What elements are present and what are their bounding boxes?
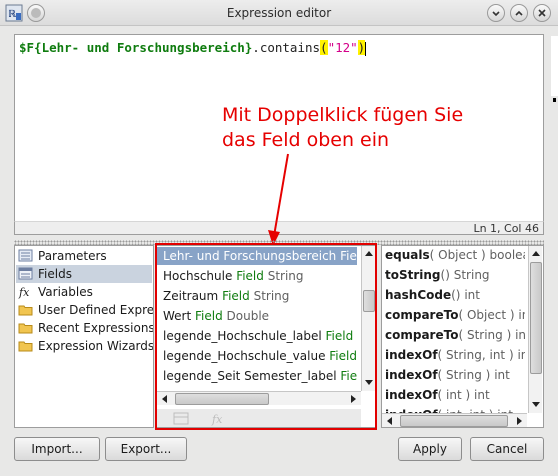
method-name: compareTo [385, 308, 459, 322]
method-list-hthumb[interactable] [400, 415, 508, 427]
method-return: boolea [489, 248, 525, 262]
method-list-vthumb[interactable] [530, 262, 542, 374]
cursor-position: Ln 1, Col 46 [473, 222, 539, 235]
method-params: () [451, 288, 461, 302]
expression-close-paren: ) [357, 40, 366, 55]
cancel-button[interactable]: Cancel [470, 437, 544, 461]
category-label: Fields [38, 267, 72, 281]
method-return: int [474, 388, 490, 402]
category-list: Parameters Fields fx Variables User Defi… [14, 245, 154, 428]
method-item[interactable]: toString() String [385, 268, 525, 288]
parameters-icon [18, 249, 33, 262]
category-label: Recent Expressions [38, 321, 154, 335]
expression-field-token: $F{Lehr- und Forschungsbereich} [19, 40, 253, 55]
folder-icon [18, 305, 33, 316]
scroll-up-icon[interactable] [530, 248, 542, 260]
method-item[interactable]: compareTo( Object ) int [385, 308, 525, 328]
annotation-arrow-icon [268, 153, 289, 246]
method-return: int [518, 308, 525, 322]
category-label: User Defined Expres [38, 303, 154, 317]
annotation-line-2: das Feld oben ein [222, 129, 390, 151]
method-return: int [515, 328, 525, 342]
import-button[interactable]: Import... [14, 437, 100, 461]
minimize-button[interactable] [487, 4, 505, 22]
window-title: Expression editor [226, 6, 332, 20]
method-params: ( String ) [458, 328, 512, 342]
method-name: indexOf [385, 368, 438, 382]
category-parameters[interactable]: Parameters [16, 247, 152, 265]
scroll-left-icon[interactable] [384, 415, 396, 427]
close-button[interactable] [533, 4, 551, 22]
apply-button[interactable]: Apply [398, 437, 462, 461]
category-user-defined[interactable]: User Defined Expres [16, 301, 154, 319]
svg-text:fx: fx [18, 286, 30, 299]
method-item[interactable]: indexOf( String, int ) int [385, 348, 525, 368]
method-item[interactable]: indexOf( String ) int [385, 368, 525, 388]
method-list-hscrollbar[interactable] [382, 413, 527, 427]
expression-open-paren: ( [320, 40, 328, 55]
expression-method-token: .contains [252, 40, 321, 55]
method-params: ( String, int ) [437, 348, 514, 362]
method-name: compareTo [385, 328, 459, 342]
close-icon [538, 9, 546, 17]
method-name: indexOf [385, 388, 438, 402]
method-params: () [440, 268, 450, 282]
method-return: int [517, 348, 525, 362]
annotation-note: Mit Doppelklick fügen Sie das Feld oben … [222, 103, 463, 153]
fx-icon: fx [18, 286, 30, 299]
method-list: equals( Object ) boolea toString() Strin… [381, 245, 544, 428]
method-list-vscrollbar[interactable] [528, 246, 542, 413]
method-item[interactable]: indexOf( int ) int [385, 388, 525, 408]
chevron-up-icon [515, 10, 523, 16]
method-name: equals [385, 248, 430, 262]
highlight-box [155, 243, 377, 430]
scroll-right-icon[interactable] [513, 415, 525, 427]
method-item[interactable]: equals( Object ) boolea [385, 248, 525, 268]
method-return: int [464, 288, 480, 302]
method-params: ( String ) [437, 368, 491, 382]
category-label: Expression Wizards [38, 339, 154, 353]
method-item[interactable]: compareTo( String ) int [385, 328, 525, 348]
scroll-down-icon[interactable] [530, 398, 542, 410]
annotation-line-1: Mit Doppelklick fügen Sie [222, 104, 464, 126]
text-caret [365, 41, 367, 56]
folder-icon [18, 323, 33, 334]
expression-text[interactable]: $F{Lehr- und Forschungsbereich}.contains… [19, 40, 367, 56]
method-name: toString [385, 268, 441, 282]
method-params: ( Object ) [458, 308, 515, 322]
folder-icon [18, 341, 33, 352]
title-bar: ℝ Expression editor [0, 0, 558, 26]
method-item[interactable]: hashCode() int [385, 288, 525, 308]
fields-icon [18, 267, 33, 280]
method-return: String [453, 268, 490, 282]
chevron-down-icon [492, 11, 500, 17]
category-wizards[interactable]: Expression Wizards [16, 337, 154, 355]
category-fields[interactable]: Fields [16, 265, 152, 283]
method-name: indexOf [385, 348, 438, 362]
maximize-button[interactable] [510, 4, 528, 22]
method-name: hashCode [385, 288, 452, 302]
method-return: int [494, 368, 510, 382]
expression-string-arg: "12" [327, 40, 358, 55]
method-params: ( int ) [437, 388, 471, 402]
category-recent[interactable]: Recent Expressions [16, 319, 154, 337]
export-button[interactable]: Export... [105, 437, 187, 461]
category-label: Variables [38, 285, 93, 299]
category-label: Parameters [38, 249, 107, 263]
method-params: ( Object ) [429, 248, 486, 262]
category-variables[interactable]: fx Variables [16, 283, 152, 301]
side-strip [551, 36, 558, 96]
side-mark [553, 98, 556, 102]
